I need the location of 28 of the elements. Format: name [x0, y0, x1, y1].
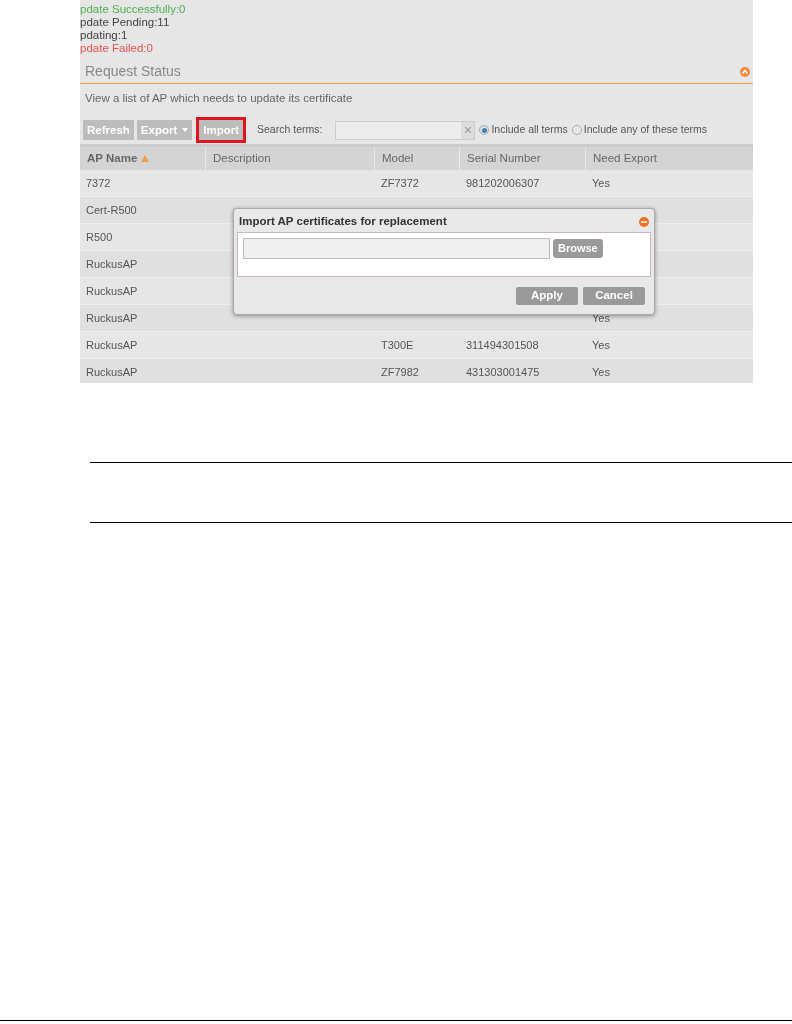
table-cell-text: ZF7982	[381, 365, 419, 380]
table-cell-text: Yes	[592, 365, 610, 380]
radio-label: Include any of these terms	[583, 122, 707, 138]
table-cell-text: RuckusAP	[86, 311, 138, 326]
status-count: pdate Successfully:0	[80, 3, 187, 16]
table-cell-text: Yes	[592, 311, 610, 326]
dialog-title: Import AP certificates for replacement	[239, 214, 447, 230]
table-cell-text: 981202006307	[466, 176, 540, 191]
table-cell-text: Yes	[592, 338, 610, 353]
table-cell-text: Cert-R500	[86, 203, 137, 218]
table-cell-text: R500	[86, 230, 113, 245]
table-cell-text: ZF7372	[381, 176, 419, 191]
table-cell-text: RuckusAP	[86, 257, 138, 272]
table-cell-text: 431303001475	[466, 365, 540, 380]
table-cell-text: T300E	[381, 338, 414, 353]
status-count: pdate Pending:11	[80, 16, 171, 29]
status-count: pdating:1	[80, 29, 129, 42]
panel-description: View a list of AP which needs to update its certificate	[84, 91, 354, 106]
table-cell-text: RuckusAP	[86, 338, 138, 353]
table-cell-text: RuckusAP	[86, 365, 138, 380]
table-cell-text: 311494301508	[466, 338, 539, 353]
table-cell-text: 7372	[86, 176, 111, 191]
table-cell-text: RuckusAP	[86, 284, 138, 299]
status-count: pdate Failed:0	[80, 42, 154, 55]
panel-title: Request Status	[85, 62, 181, 81]
table-cell-text: Yes	[592, 176, 610, 191]
radio-label: Include all terms	[491, 122, 568, 138]
search-label: Search terms:	[257, 122, 323, 138]
